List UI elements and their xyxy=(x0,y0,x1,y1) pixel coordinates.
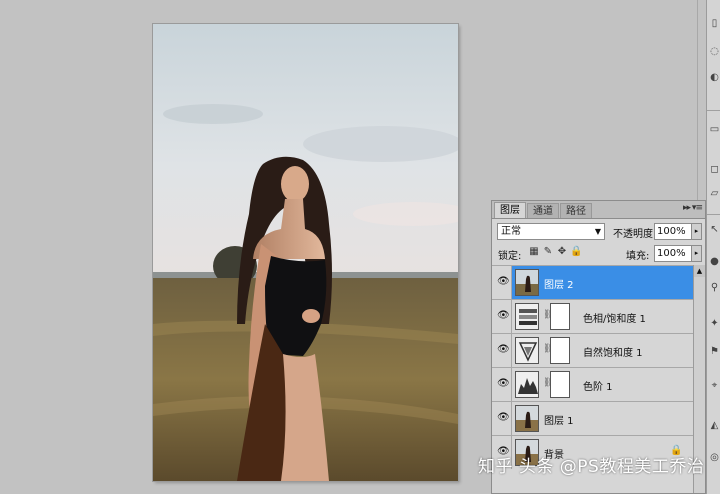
canvas-document[interactable] xyxy=(153,24,458,481)
fill-slider-arrow-icon[interactable]: ▸ xyxy=(691,245,702,262)
scroll-up-arrow-icon[interactable]: ▲ xyxy=(694,265,705,277)
opacity-input[interactable]: 100% xyxy=(654,223,692,240)
vibrance-adjustment-icon xyxy=(515,337,539,364)
panel-menu-icon[interactable]: ▸▸ ▾≡ xyxy=(683,203,703,213)
dropdown-arrow-icon: ▼ xyxy=(594,227,601,236)
tool-icon-13[interactable]: ◎ xyxy=(709,452,720,463)
eye-icon: 👁 xyxy=(497,344,510,355)
workspace-divider xyxy=(697,0,698,200)
tool-icon-4[interactable]: ▭ xyxy=(709,124,720,135)
move-tool-icon[interactable]: ↖ xyxy=(709,224,720,235)
blend-row: 正常 ▼ 不透明度: 100% ▸ xyxy=(492,219,705,243)
eye-icon: 👁 xyxy=(497,310,510,321)
layer-thumbnail xyxy=(515,269,539,296)
visibility-toggle[interactable]: 👁 xyxy=(492,334,512,367)
tab-paths[interactable]: 路径 xyxy=(560,203,592,218)
tool-icon-1[interactable]: ▯ xyxy=(709,18,720,29)
watermark: 知乎 头条 @PS教程美工乔治 xyxy=(478,457,705,477)
tool-icon-6[interactable]: ▱ xyxy=(709,188,720,199)
lock-all-icon[interactable]: 🔒 xyxy=(570,246,582,258)
layer-row-hue-saturation[interactable]: 👁 ⛓ 色相/饱和度 1 xyxy=(492,299,693,333)
eye-icon: 👁 xyxy=(497,378,510,389)
layer-row-layer-2[interactable]: 👁 图层 2 xyxy=(492,265,693,299)
layer-name: 图层 2 xyxy=(544,280,574,291)
fill-input[interactable]: 100% xyxy=(654,245,692,262)
layer-mask-thumbnail xyxy=(550,337,570,364)
tool-icon-9[interactable]: ✦ xyxy=(709,318,720,329)
layer-row-layer-1[interactable]: 👁 图层 1 xyxy=(492,401,693,435)
lock-brush-icon[interactable]: ✎ xyxy=(542,246,554,258)
panel-tab-bar: 图层 通道 路径 ▸▸ ▾≡ xyxy=(492,201,705,219)
visibility-toggle[interactable]: 👁 xyxy=(492,266,512,299)
hue-saturation-adjustment-icon xyxy=(515,303,539,330)
eye-icon: 👁 xyxy=(497,276,510,287)
opacity-slider-arrow-icon[interactable]: ▸ xyxy=(691,223,702,240)
tool-icon-11[interactable]: ⌖ xyxy=(709,380,720,391)
layer-name: 色相/饱和度 1 xyxy=(583,314,646,325)
fill-label: 填充: xyxy=(626,251,650,262)
visibility-toggle[interactable]: 👁 xyxy=(492,402,512,435)
strip-separator xyxy=(707,214,720,215)
lock-move-icon[interactable]: ✥ xyxy=(556,246,568,258)
blend-mode-select[interactable]: 正常 ▼ xyxy=(497,223,605,240)
layers-panel: 图层 通道 路径 ▸▸ ▾≡ 正常 ▼ 不透明度: 100% ▸ 锁定: ▦ ✎… xyxy=(491,200,706,494)
lock-row: 锁定: ▦ ✎ ✥ 🔒 填充: 100% ▸ xyxy=(492,243,705,265)
opacity-label: 不透明度: xyxy=(613,229,657,240)
tool-icon-3[interactable]: ◐ xyxy=(709,72,720,83)
layer-name: 自然饱和度 1 xyxy=(583,348,643,359)
right-tool-strip: ▯ ◌ ◐ ▭ ◻ ▱ ↖ ● ⚲ ✦ ⚑ ⌖ ◭ ◎ xyxy=(706,0,720,494)
photo-canvas xyxy=(153,24,458,481)
lock-transparent-icon[interactable]: ▦ xyxy=(528,246,540,258)
layer-mask-thumbnail xyxy=(550,303,570,330)
layer-row-levels[interactable]: 👁 ⛓ 色阶 1 xyxy=(492,367,693,401)
levels-adjustment-icon xyxy=(515,371,539,398)
layer-thumbnail xyxy=(515,405,539,432)
layer-name: 色阶 1 xyxy=(583,382,613,393)
layer-row-vibrance[interactable]: 👁 ⛓ 自然饱和度 1 xyxy=(492,333,693,367)
tool-icon-8[interactable]: ⚲ xyxy=(709,282,720,293)
tool-icon-5[interactable]: ◻ xyxy=(709,164,720,175)
visibility-toggle[interactable]: 👁 xyxy=(492,300,512,333)
lock-label: 锁定: xyxy=(498,251,522,262)
eye-icon: 👁 xyxy=(497,412,510,423)
layer-name: 图层 1 xyxy=(544,416,574,427)
tool-icon-7[interactable]: ● xyxy=(709,256,720,267)
visibility-toggle[interactable]: 👁 xyxy=(492,368,512,401)
layer-mask-thumbnail xyxy=(550,371,570,398)
tab-layers[interactable]: 图层 xyxy=(494,202,526,218)
tool-icon-12[interactable]: ◭ xyxy=(709,420,720,431)
tool-icon-2[interactable]: ◌ xyxy=(709,46,720,57)
blend-mode-value: 正常 xyxy=(501,226,521,237)
strip-separator xyxy=(707,110,720,111)
tool-icon-10[interactable]: ⚑ xyxy=(709,346,720,357)
tab-channels[interactable]: 通道 xyxy=(527,203,559,218)
